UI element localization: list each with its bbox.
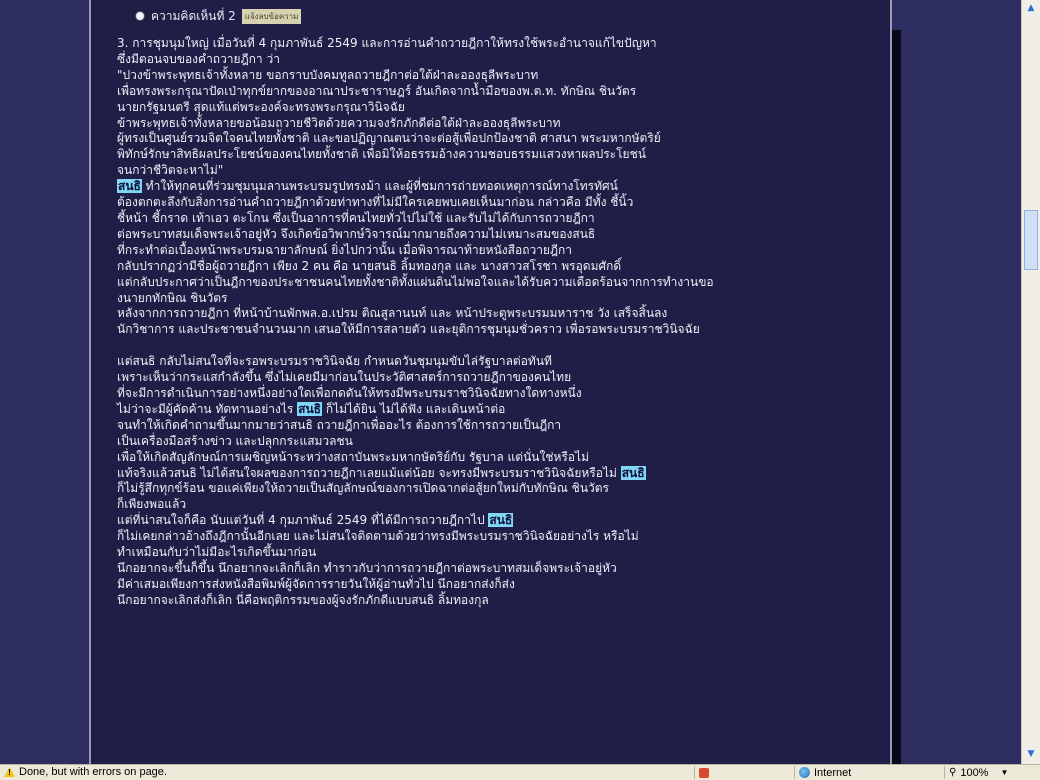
text-line: จนทำให้เกิดคำถามขึ้นมากมายว่าสนธิ ถวายฎี… xyxy=(117,417,562,432)
status-message-area[interactable]: ! Done, but with errors on page. xyxy=(4,766,167,778)
text-span: แต่ที่น่าสนใจก็คือ นับแต่วันที่ 4 กุมภาพ… xyxy=(117,513,489,528)
comment-bullet-icon xyxy=(135,11,145,21)
status-bar: ! Done, but with errors on page. Interne… xyxy=(0,764,1040,780)
text-line: ผู้ทรงเป็นศูนย์รวมจิตใจคนไทยทั้งชาติ และ… xyxy=(117,131,661,146)
text-line: เพราะเห็นว่ากระแสกำลังขึ้น ซึ่งไม่เคยมีม… xyxy=(117,370,572,385)
globe-icon xyxy=(799,767,810,778)
search-highlight: สนธิ xyxy=(297,401,322,416)
text-line: ซึ่งมีตอนจบของคำถวายฎีกา ว่า xyxy=(117,51,280,66)
zone-label: Internet xyxy=(814,766,852,779)
text-span: แท้จริงแล้วสนธิ ไม่ได้สนใจผลของการถวายฎี… xyxy=(117,465,621,480)
text-line: ก็ไม่รู้สึกทุกข์ร้อน ขอแค่เพียงให้ถวายเป… xyxy=(117,481,609,496)
text-line: ที่จะมีการดำเนินการอย่างหนึ่งอย่างใดเพื่… xyxy=(117,386,582,401)
security-zone-segment xyxy=(694,766,799,779)
text-line: เพื่อให้เกิดสัญลักษณ์การเผชิญหน้าระหว่าง… xyxy=(117,449,589,464)
text-line: ก็เพียงพอแล้ว xyxy=(117,497,187,512)
text-line: หลังจากการถวายฎีกา ที่หน้าบ้านพักพล.อ.เป… xyxy=(117,306,668,321)
search-highlight: สนธิ xyxy=(620,465,646,480)
text-line: มีค่าเสมอเพียงการส่งหนังสือพิมพ์ผู้จัดกา… xyxy=(117,576,515,591)
zoom-control[interactable]: ⚲ 100% ▼ xyxy=(944,766,1040,779)
text-line: นักวิชาการ และประชาชนจำนวนมาก เสนอให้มีก… xyxy=(117,322,700,337)
text-line: ทำเหมือนกับว่าไม่มีอะไรเกิดขึ้นมาก่อน xyxy=(117,545,317,560)
text-span: ไม่ว่าจะมีผู้คัดค้าน ทัดทานอย่างไร xyxy=(117,401,298,416)
text-line: "ปวงข้าพระพุทธเจ้าทั้งหลาย ขอกราบบังคมทู… xyxy=(117,67,539,82)
search-highlight: สนธิ xyxy=(488,513,514,528)
text-line: ต้องตกตะลึงกับสิ่งการอ่านคำถวายฎีกาด้วยท… xyxy=(117,195,634,210)
magnifier-icon: ⚲ xyxy=(949,767,957,778)
scroll-thumb[interactable] xyxy=(1024,210,1038,270)
scroll-up-arrow-icon[interactable]: ▲ xyxy=(1025,2,1037,14)
text-line: ข้าพระพุทธเจ้าทั้งหลายขอน้อมถวายชีวิตด้ว… xyxy=(117,115,561,130)
text-line: ไม่ว่าจะมีผู้คัดค้าน ทัดทานอย่างไร สนธิ … xyxy=(117,401,890,418)
text-line: ชี้หน้า ชี้กราด เท้าเอว ตะโกน ซึ่งเป็นอา… xyxy=(117,210,595,225)
text-line: ที่กระทำต่อเบื้องหน้าพระบรมฉายาลักษณ์ ยิ… xyxy=(117,242,573,257)
text-line: จนกว่าชีวิตจะหาไม่" xyxy=(117,163,224,178)
internet-zone-segment[interactable]: Internet xyxy=(794,766,949,779)
text-line: ก็ไม่เคยกล่าวอ้างถึงฎีกานั้นอีกเลย และไม… xyxy=(117,529,639,544)
text-span: ทำให้ทุกคนที่ร่วมชุมนุมลานพระบรมรูปทรงม้… xyxy=(141,179,618,194)
text-line: นึกอยากจะขึ้นก็ขึ้น นึกอยากจะเลิกก็เลิก … xyxy=(117,561,617,575)
text-line: กลับปรากฏว่ามีชื่อผู้ถวายฎีกา เพียง 2 คน… xyxy=(117,258,622,273)
text-line: เป็นเครื่องมือสร้างข่าว และปลุกกระแสมวลช… xyxy=(117,433,353,448)
text-line: ต่อพระบาทสมเด็จพระเจ้าอยู่หัว จึงเกิดข้อ… xyxy=(117,226,596,241)
text-line: แต่กลับประกาศว่าเป็นฎีกาของประชาชนคนไทยท… xyxy=(117,274,714,289)
search-highlight: สนธิ xyxy=(117,179,142,194)
text-line: 3. การชุมนุมใหญ่ เมื่อวันที่ 4 กุมภาพันธ… xyxy=(117,36,657,50)
panel-shadow xyxy=(892,30,901,764)
text-line: สนธิ ทำให้ทุกคนที่ร่วมชุมนุมลานพระบรมรูป… xyxy=(117,179,890,195)
warning-icon[interactable]: ! xyxy=(4,767,15,777)
report-tag-button[interactable]: แจ้งลบข้อความ xyxy=(241,8,302,24)
text-line: นายกรัฐมนตรี สุดแท้แต่พระองค์จะทรงพระกรุ… xyxy=(117,99,405,114)
post-header-title: ความคิดเห็นที่ 2 xyxy=(151,8,236,23)
text-span: ก็ไม่ได้ยิน ไม่ได้ฟัง และเดินหน้าต่อ xyxy=(322,401,506,416)
text-line: นึกอยากจะเลิกส่งก็เลิก นี่คือพฤติกรรมของ… xyxy=(117,592,489,607)
text-line: แท้จริงแล้วสนธิ ไม่ได้สนใจผลของการถวายฎี… xyxy=(117,465,890,482)
text-line: พิทักษ์รักษาสิทธิผลประโยชน์ของคนไทยทั้งช… xyxy=(117,147,646,162)
security-icon xyxy=(699,767,709,778)
text-line: งนายกทักษิณ ชินวัตร xyxy=(117,290,228,305)
text-line: เพื่อทรงพระกรุณาปัดเป่าทุกข์ยากของอาณาปร… xyxy=(117,83,637,98)
text-line: แต่สนธิ กลับไม่สนใจที่จะรอพระบรมราชวินิจ… xyxy=(117,354,552,369)
text-line: แต่ที่น่าสนใจก็คือ นับแต่วันที่ 4 กุมภาพ… xyxy=(117,513,890,529)
status-message: Done, but with errors on page. xyxy=(19,766,167,778)
vertical-scrollbar[interactable]: ▲ ▼ xyxy=(1021,0,1040,764)
zoom-level: 100% xyxy=(960,766,989,779)
chevron-down-icon[interactable]: ▼ xyxy=(1000,768,1008,777)
post-header: ความคิดเห็นที่ 2 แจ้งลบข้อความ xyxy=(135,6,302,26)
post-body: 3. การชุมนุมใหญ่ เมื่อวันที่ 4 กุมภาพันธ… xyxy=(117,36,890,609)
post-panel: ความคิดเห็นที่ 2 แจ้งลบข้อความ 3. การชุม… xyxy=(89,0,892,764)
scroll-down-arrow-icon[interactable]: ▼ xyxy=(1025,748,1037,760)
